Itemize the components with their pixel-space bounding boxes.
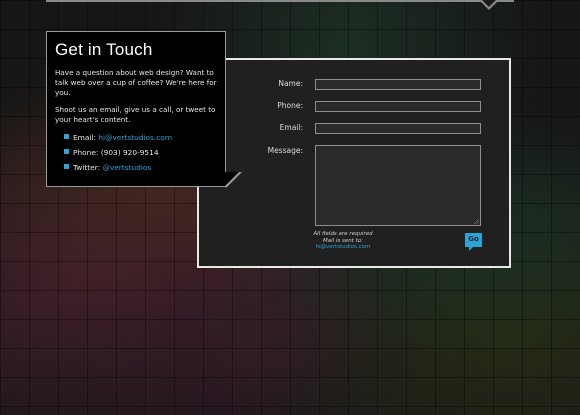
contact-info-card: Get in Touch Have a question about web d… (46, 31, 226, 187)
email-label: Email: (279, 123, 303, 132)
card-tail-inner (225, 172, 239, 186)
contact-phone-value: (903) 920-9514 (100, 148, 159, 157)
intro-text: Have a question about web design? Want t… (55, 68, 217, 97)
form-note: All fields are required Mail is sent to:… (303, 231, 383, 251)
bullet-icon (64, 164, 69, 169)
name-label: Name: (278, 79, 303, 88)
contact-email-label: Email: (73, 133, 99, 142)
bullet-icon (64, 149, 69, 154)
contact-twitter-label: Twitter: (73, 163, 103, 172)
note-email-link[interactable]: hi@vertstudios.com (303, 244, 383, 251)
contact-phone-label: Phone: (73, 148, 101, 157)
contact-email-link[interactable]: hi@vertstudios.com (98, 133, 172, 142)
shoot-text: Shoot us an email, give us a call, or tw… (55, 105, 216, 124)
phone-field[interactable] (315, 101, 481, 112)
resize-grip-icon[interactable] (474, 219, 479, 224)
contact-item-email: Email: hi@vertstudios.com (64, 132, 217, 147)
contact-item-twitter: Twitter: @vertstudios (64, 162, 217, 177)
phone-label: Phone: (277, 101, 303, 110)
message-field[interactable] (315, 145, 481, 226)
contact-list: Email: hi@vertstudios.com Phone: (903) 9… (55, 132, 217, 177)
contact-form: Name: Phone: Email: Message: All fields … (197, 58, 511, 268)
email-field[interactable] (315, 123, 481, 134)
message-label: Message: (267, 146, 303, 155)
contact-item-phone: Phone: (903) 920-9514 (64, 147, 217, 162)
go-button-tail (469, 247, 473, 251)
contact-twitter-link[interactable]: @vertstudios (102, 163, 151, 172)
go-button[interactable]: Go (465, 233, 482, 247)
top-divider-notch-inner (482, 0, 496, 7)
bullet-icon (64, 134, 69, 139)
name-field[interactable] (315, 79, 481, 90)
note-required: All fields are required (313, 231, 373, 237)
page-title: Get in Touch (55, 40, 153, 59)
top-divider (46, 0, 514, 2)
